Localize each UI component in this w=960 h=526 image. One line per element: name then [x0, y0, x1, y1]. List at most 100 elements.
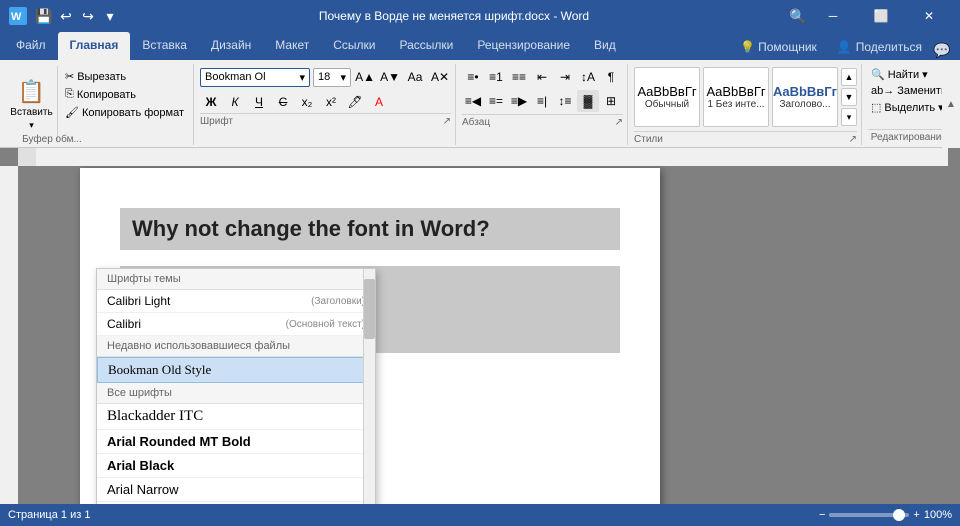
tab-design[interactable]: Дизайн [199, 32, 263, 60]
style-expand[interactable]: ▾ [841, 108, 857, 126]
copy-button[interactable]: ⎘ Копировать [62, 86, 187, 103]
lightbulb-icon: 💡 [740, 40, 755, 54]
italic-button[interactable]: К [224, 91, 246, 113]
size-dropdown-icon: ▾ [340, 71, 346, 84]
font-arial-1[interactable]: Arial [97, 502, 375, 504]
format-painter-button[interactable]: 🖌 Копировать формат [62, 104, 187, 121]
tab-view[interactable]: Вид [582, 32, 628, 60]
dropdown-scrollbar[interactable] [363, 269, 375, 504]
cut-button[interactable]: ✂ Вырезать [62, 68, 187, 85]
font-dialog-launcher[interactable]: ↗ [443, 116, 451, 127]
font-calibri[interactable]: Calibri (Основной текст) [97, 313, 375, 336]
shading-button[interactable]: ▓ [577, 90, 599, 112]
style-scroll-down[interactable]: ▼ [841, 88, 857, 106]
restore-button[interactable]: ⬜ [858, 0, 904, 32]
align-right-button[interactable]: ≡▶ [508, 90, 530, 112]
svg-text:W: W [11, 11, 22, 23]
select-button[interactable]: ⬚ Выделить ▾ [868, 99, 950, 116]
font-arial-black[interactable]: Arial Black [97, 454, 375, 478]
ribbon-collapse-button[interactable]: ▲ [942, 60, 960, 148]
font-size-selector[interactable]: 18 ▾ [313, 68, 351, 87]
help-button[interactable]: 💡 Помощник [730, 36, 827, 60]
replace-icon: ab→ [871, 85, 894, 97]
document-title: Почему в Ворде не меняется шрифт.docx - … [120, 9, 788, 23]
tab-file[interactable]: Файл [4, 32, 58, 60]
line-spacing-button[interactable]: ↕≡ [554, 90, 576, 112]
find-button[interactable]: 🔍 Найти ▾ [868, 66, 950, 83]
strikethrough-button[interactable]: С [272, 91, 294, 113]
editing-group: 🔍 Найти ▾ ab→ Заменить ⬚ Выделить ▾ Реда… [864, 64, 954, 145]
zoom-out-button[interactable]: − [819, 509, 825, 521]
font-bookman-old-style[interactable]: Bookman Old Style [97, 357, 375, 383]
customize-qat-icon[interactable]: ▾ [100, 6, 120, 26]
styles-dialog-launcher[interactable]: ↗ [849, 134, 857, 145]
tab-layout[interactable]: Макет [263, 32, 321, 60]
minimize-button[interactable]: ─ [810, 0, 856, 32]
style-normal[interactable]: AaBbВвГг Обычный [634, 67, 700, 127]
borders-button[interactable]: ⊞ [600, 90, 622, 112]
zoom-slider[interactable] [829, 513, 909, 517]
tab-home[interactable]: Главная [58, 32, 131, 60]
superscript-button[interactable]: x² [320, 91, 342, 113]
zoom-slider-thumb [893, 509, 905, 521]
font-calibri-light[interactable]: Calibri Light (Заголовки) [97, 290, 375, 313]
tab-insert[interactable]: Вставка [130, 32, 199, 60]
undo-icon[interactable]: ↩ [56, 6, 76, 26]
show-formatting-button[interactable]: ¶ [600, 66, 622, 88]
increase-font-button[interactable]: A▲ [354, 66, 376, 88]
increase-indent-button[interactable]: ⇥ [554, 66, 576, 88]
style-heading1[interactable]: AaBbВвГг Заголово... [772, 67, 838, 127]
quick-access-toolbar: 💾 ↩ ↪ ▾ [34, 6, 120, 26]
replace-button[interactable]: ab→ Заменить [868, 83, 950, 99]
justify-button[interactable]: ≡| [531, 90, 553, 112]
subscript-button[interactable]: x₂ [296, 91, 318, 113]
change-case-button[interactable]: Аа [404, 66, 426, 88]
text-highlight-button[interactable]: 🖊 [344, 91, 366, 113]
recent-fonts-label: Недавно использовавшиеся файлы [97, 336, 375, 357]
zoom-controls: − + 100% [819, 509, 952, 521]
comment-icon[interactable]: 💬 [932, 40, 952, 60]
sort-button[interactable]: ↕A [577, 66, 599, 88]
paste-button[interactable]: 📋 Вставить ▾ [6, 66, 58, 143]
search-icon[interactable]: 🔍 [788, 6, 808, 26]
font-blackadder[interactable]: Blackadder ITC [97, 404, 375, 430]
zoom-in-button[interactable]: + [913, 509, 919, 521]
font-color-button[interactable]: A [368, 91, 390, 113]
close-button[interactable]: ✕ [906, 0, 952, 32]
paragraph-group-label: Абзац ↗ [462, 114, 623, 128]
tab-references[interactable]: Ссылки [321, 32, 387, 60]
brush-icon: 🖌 [65, 106, 79, 119]
title-bar-left: W 💾 ↩ ↪ ▾ [8, 6, 120, 26]
person-icon: 👤 [837, 40, 852, 54]
align-center-button[interactable]: ≡= [485, 90, 507, 112]
status-right: − + 100% [819, 509, 952, 521]
save-icon[interactable]: 💾 [34, 6, 54, 26]
scrollbar-thumb[interactable] [364, 279, 375, 339]
numbering-button[interactable]: ≡1 [485, 66, 507, 88]
share-button[interactable]: 👤 Поделиться [827, 36, 932, 60]
editing-group-label: Редактирование [868, 129, 950, 143]
bold-button[interactable]: Ж [200, 91, 222, 113]
tab-review[interactable]: Рецензирование [465, 32, 582, 60]
style-no-interval[interactable]: AaBbВвГг 1 Без инте... [703, 67, 769, 127]
copy-icon: ⎘ [65, 88, 74, 101]
page-info: Страница 1 из 1 [8, 509, 90, 521]
decrease-font-button[interactable]: A▼ [379, 66, 401, 88]
bullets-button[interactable]: ≡• [462, 66, 484, 88]
decrease-indent-button[interactable]: ⇤ [531, 66, 553, 88]
redo-icon[interactable]: ↪ [78, 6, 98, 26]
window-controls: 🔍 ─ ⬜ ✕ [788, 0, 952, 32]
style-scroll-up[interactable]: ▲ [841, 68, 857, 86]
clear-formatting-button[interactable]: A✕ [429, 66, 451, 88]
font-group: Bookman Ol ▾ 18 ▾ A▲ A▼ Аа A✕ Ж К Ч С x₂… [196, 64, 456, 145]
ribbon: 📋 Вставить ▾ ✂ Вырезать ⎘ Копировать 🖌 К… [0, 60, 960, 148]
align-left-button[interactable]: ≡◀ [462, 90, 484, 112]
font-arial-rounded-mt-bold[interactable]: Arial Rounded MT Bold [97, 430, 375, 454]
paragraph-group: ≡• ≡1 ≡≡ ⇤ ⇥ ↕A ¶ ≡◀ ≡= ≡▶ ≡| ↕≡ ▓ ⊞ Абз… [458, 64, 628, 145]
multilevel-list-button[interactable]: ≡≡ [508, 66, 530, 88]
tab-mailings[interactable]: Рассылки [388, 32, 466, 60]
underline-button[interactable]: Ч [248, 91, 270, 113]
font-arial-narrow-1[interactable]: Arial Narrow [97, 478, 375, 502]
para-dialog-launcher[interactable]: ↗ [615, 117, 623, 128]
font-name-selector[interactable]: Bookman Ol ▾ [200, 68, 310, 87]
